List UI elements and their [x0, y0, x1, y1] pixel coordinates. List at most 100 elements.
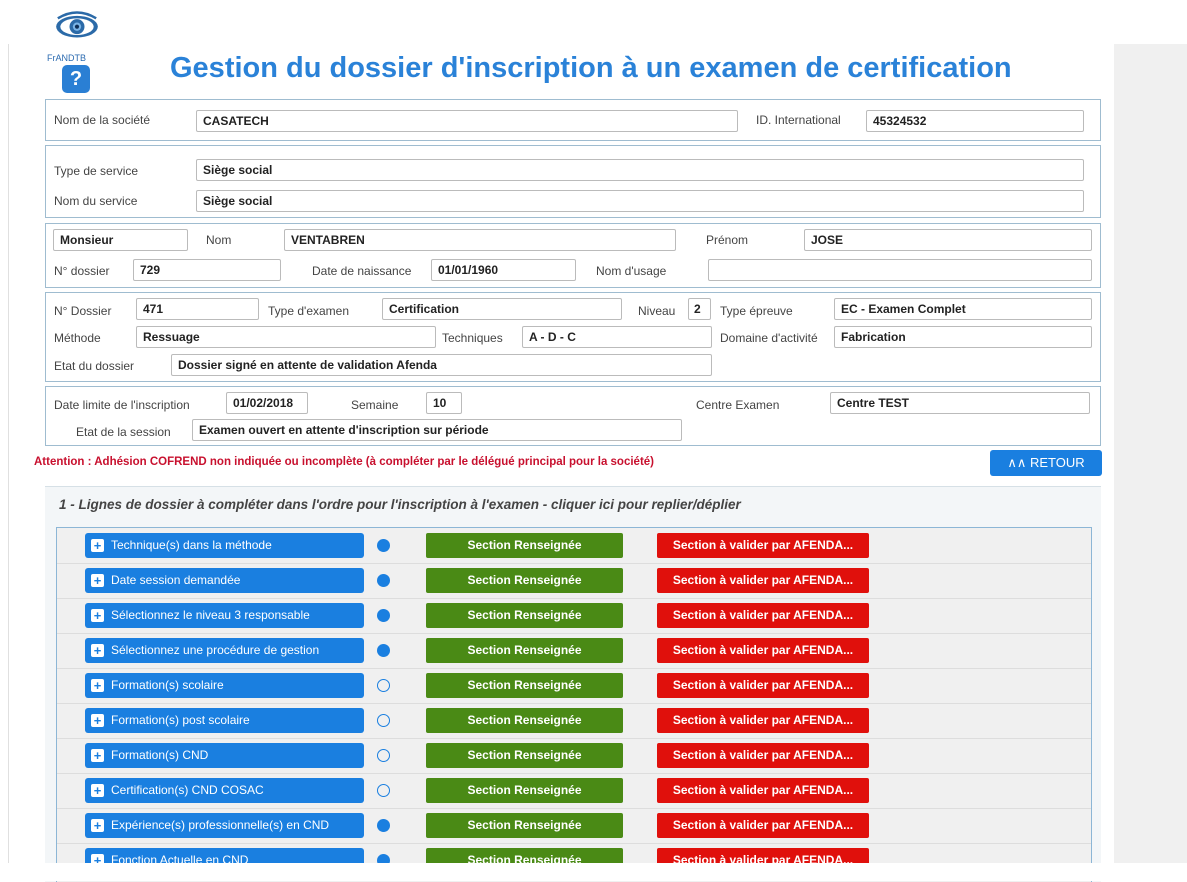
session-state-field[interactable]: Examen ouvert en attente d'inscription s… — [192, 419, 682, 441]
retour-button[interactable]: ∧∧ RETOUR — [990, 450, 1102, 476]
session-panel: Date limite de l'inscription 01/02/2018 … — [45, 386, 1101, 446]
company-panel: Nom de la société CASATECH ID. Internati… — [45, 99, 1101, 141]
section-validation-button[interactable]: Section à valider par AFENDA... — [657, 743, 869, 768]
dossier-line-row: + Sélectionnez le niveau 3 responsable Sec… — [57, 598, 1091, 634]
international-id-field[interactable]: 45324532 — [866, 110, 1084, 132]
exam-panel: N° Dossier 471 Type d'examen Certificati… — [45, 292, 1101, 382]
help-button[interactable]: ? — [62, 65, 90, 93]
epreuve-label: Type épreuve — [720, 304, 793, 318]
dossier-line-expand-button[interactable]: + Formation(s) scolaire — [85, 673, 364, 698]
section-completed-button[interactable]: Section Renseignée — [426, 743, 623, 768]
exam-center-field[interactable]: Centre TEST — [830, 392, 1090, 414]
service-type-label: Type de service — [54, 164, 139, 178]
niveau-label: Niveau — [638, 304, 676, 318]
dossier-state-field[interactable]: Dossier signé en attente de validation A… — [171, 354, 712, 376]
section-completed-button[interactable]: Section Renseignée — [426, 568, 623, 593]
status-dot-icon — [377, 574, 390, 587]
dossier-line-row: + Formation(s) post scolaire Section Rense… — [57, 703, 1091, 739]
dossier-lines-section: 1 - Lignes de dossier à compléter dans l… — [45, 486, 1101, 882]
dossier-line-expand-button[interactable]: + Certification(s) CND COSAC — [85, 778, 364, 803]
page-title: Gestion du dossier d'inscription à un ex… — [170, 52, 1012, 84]
deadline-field[interactable]: 01/02/2018 — [226, 392, 308, 414]
birth-date-label: Date de naissance — [312, 264, 412, 278]
plus-icon: + — [91, 644, 104, 657]
service-type-field[interactable]: Siège social — [196, 159, 1084, 181]
person-dossier-field[interactable]: 729 — [133, 259, 281, 281]
status-dot-icon — [377, 784, 390, 797]
international-id-label: ID. International — [756, 113, 841, 127]
birth-date-field[interactable]: 01/01/1960 — [431, 259, 576, 281]
dossier-line-expand-button[interactable]: + Sélectionnez une procédure de gestion — [85, 638, 364, 663]
section-validation-button[interactable]: Section à valider par AFENDA... — [657, 778, 869, 803]
civility-field[interactable]: Monsieur — [53, 229, 188, 251]
section-completed-button[interactable]: Section Renseignée — [426, 603, 623, 628]
dossier-line-expand-button[interactable]: + Date session demandée — [85, 568, 364, 593]
status-dot-icon — [377, 609, 390, 622]
section-validation-button[interactable]: Section à valider par AFENDA... — [657, 638, 869, 663]
plus-icon: + — [91, 609, 104, 622]
section-validation-button[interactable]: Section à valider par AFENDA... — [657, 568, 869, 593]
dossier-line-row: + Sélectionnez une procédure de gestion Se… — [57, 633, 1091, 669]
bottom-gutter — [0, 863, 1187, 881]
plus-icon: + — [91, 749, 104, 762]
service-name-field[interactable]: Siège social — [196, 190, 1084, 212]
semaine-field[interactable]: 10 — [426, 392, 462, 414]
dossier-line-row: + Formation(s) scolaire Section Renseignée… — [57, 668, 1091, 704]
methode-label: Méthode — [54, 331, 101, 345]
niveau-field[interactable]: 2 — [688, 298, 711, 320]
plus-icon: + — [91, 784, 104, 797]
domaine-label: Domaine d'activité — [720, 331, 818, 345]
section-completed-button[interactable]: Section Renseignée — [426, 708, 623, 733]
plus-icon: + — [91, 714, 104, 727]
section-validation-button[interactable]: Section à valider par AFENDA... — [657, 813, 869, 838]
section-completed-button[interactable]: Section Renseignée — [426, 778, 623, 803]
dossier-line-expand-button[interactable]: + Technique(s) dans la méthode — [85, 533, 364, 558]
dossier-line-label: Sélectionnez le niveau 3 responsable — [111, 608, 310, 622]
company-name-field[interactable]: CASATECH — [196, 110, 738, 132]
dossier-line-expand-button[interactable]: + Formation(s) CND — [85, 743, 364, 768]
exam-type-field[interactable]: Certification — [382, 298, 622, 320]
nom-field[interactable]: VENTABREN — [284, 229, 676, 251]
double-chevron-up-icon: ∧∧ — [1007, 455, 1027, 470]
dossier-state-label: Etat du dossier — [54, 359, 135, 373]
domaine-field[interactable]: Fabrication — [834, 326, 1092, 348]
dossier-line-row: + Technique(s) dans la méthode Section Ren… — [57, 528, 1091, 564]
section-validation-button[interactable]: Section à valider par AFENDA... — [657, 708, 869, 733]
fandtb-logo: FrANDTB — [46, 6, 106, 66]
logo-text: FrANDTB — [47, 53, 86, 63]
section-validation-button[interactable]: Section à valider par AFENDA... — [657, 673, 869, 698]
section-validation-button[interactable]: Section à valider par AFENDA... — [657, 603, 869, 628]
status-dot-icon — [377, 749, 390, 762]
methode-field[interactable]: Ressuage — [136, 326, 436, 348]
exam-dossier-field[interactable]: 471 — [136, 298, 259, 320]
status-dot-icon — [377, 819, 390, 832]
status-dot-icon — [377, 539, 390, 552]
techniques-label: Techniques — [442, 331, 503, 345]
plus-icon: + — [91, 539, 104, 552]
dossier-line-expand-button[interactable]: + Sélectionnez le niveau 3 responsable — [85, 603, 364, 628]
epreuve-field[interactable]: EC - Examen Complet — [834, 298, 1092, 320]
exam-center-label: Centre Examen — [696, 398, 780, 412]
dossier-line-row: + Expérience(s) professionnelle(s) en CND… — [57, 808, 1091, 844]
status-dot-icon — [377, 644, 390, 657]
section-toggle-title[interactable]: 1 - Lignes de dossier à compléter dans l… — [59, 497, 741, 512]
dossier-line-expand-button[interactable]: + Expérience(s) professionnelle(s) en CND — [85, 813, 364, 838]
section-validation-button[interactable]: Section à valider par AFENDA... — [657, 533, 869, 558]
section-completed-button[interactable]: Section Renseignée — [426, 813, 623, 838]
cofrend-warning: Attention : Adhésion COFREND non indiqué… — [34, 456, 655, 468]
techniques-field[interactable]: A - D - C — [522, 326, 712, 348]
section-completed-button[interactable]: Section Renseignée — [426, 638, 623, 663]
status-dot-icon — [377, 679, 390, 692]
section-completed-button[interactable]: Section Renseignée — [426, 533, 623, 558]
dossier-line-expand-button[interactable]: + Formation(s) post scolaire — [85, 708, 364, 733]
usage-name-field[interactable] — [708, 259, 1092, 281]
prenom-field[interactable]: JOSE — [804, 229, 1092, 251]
dossier-line-row: + Date session demandée Section Renseignée… — [57, 563, 1091, 599]
dossier-lines-list: + Technique(s) dans la méthode Section Ren… — [56, 527, 1092, 882]
retour-label: RETOUR — [1030, 455, 1085, 470]
section-completed-button[interactable]: Section Renseignée — [426, 673, 623, 698]
dossier-line-label: Formation(s) post scolaire — [111, 713, 250, 727]
semaine-label: Semaine — [351, 398, 399, 412]
left-border-line — [8, 44, 9, 863]
dossier-line-label: Technique(s) dans la méthode — [111, 538, 272, 552]
